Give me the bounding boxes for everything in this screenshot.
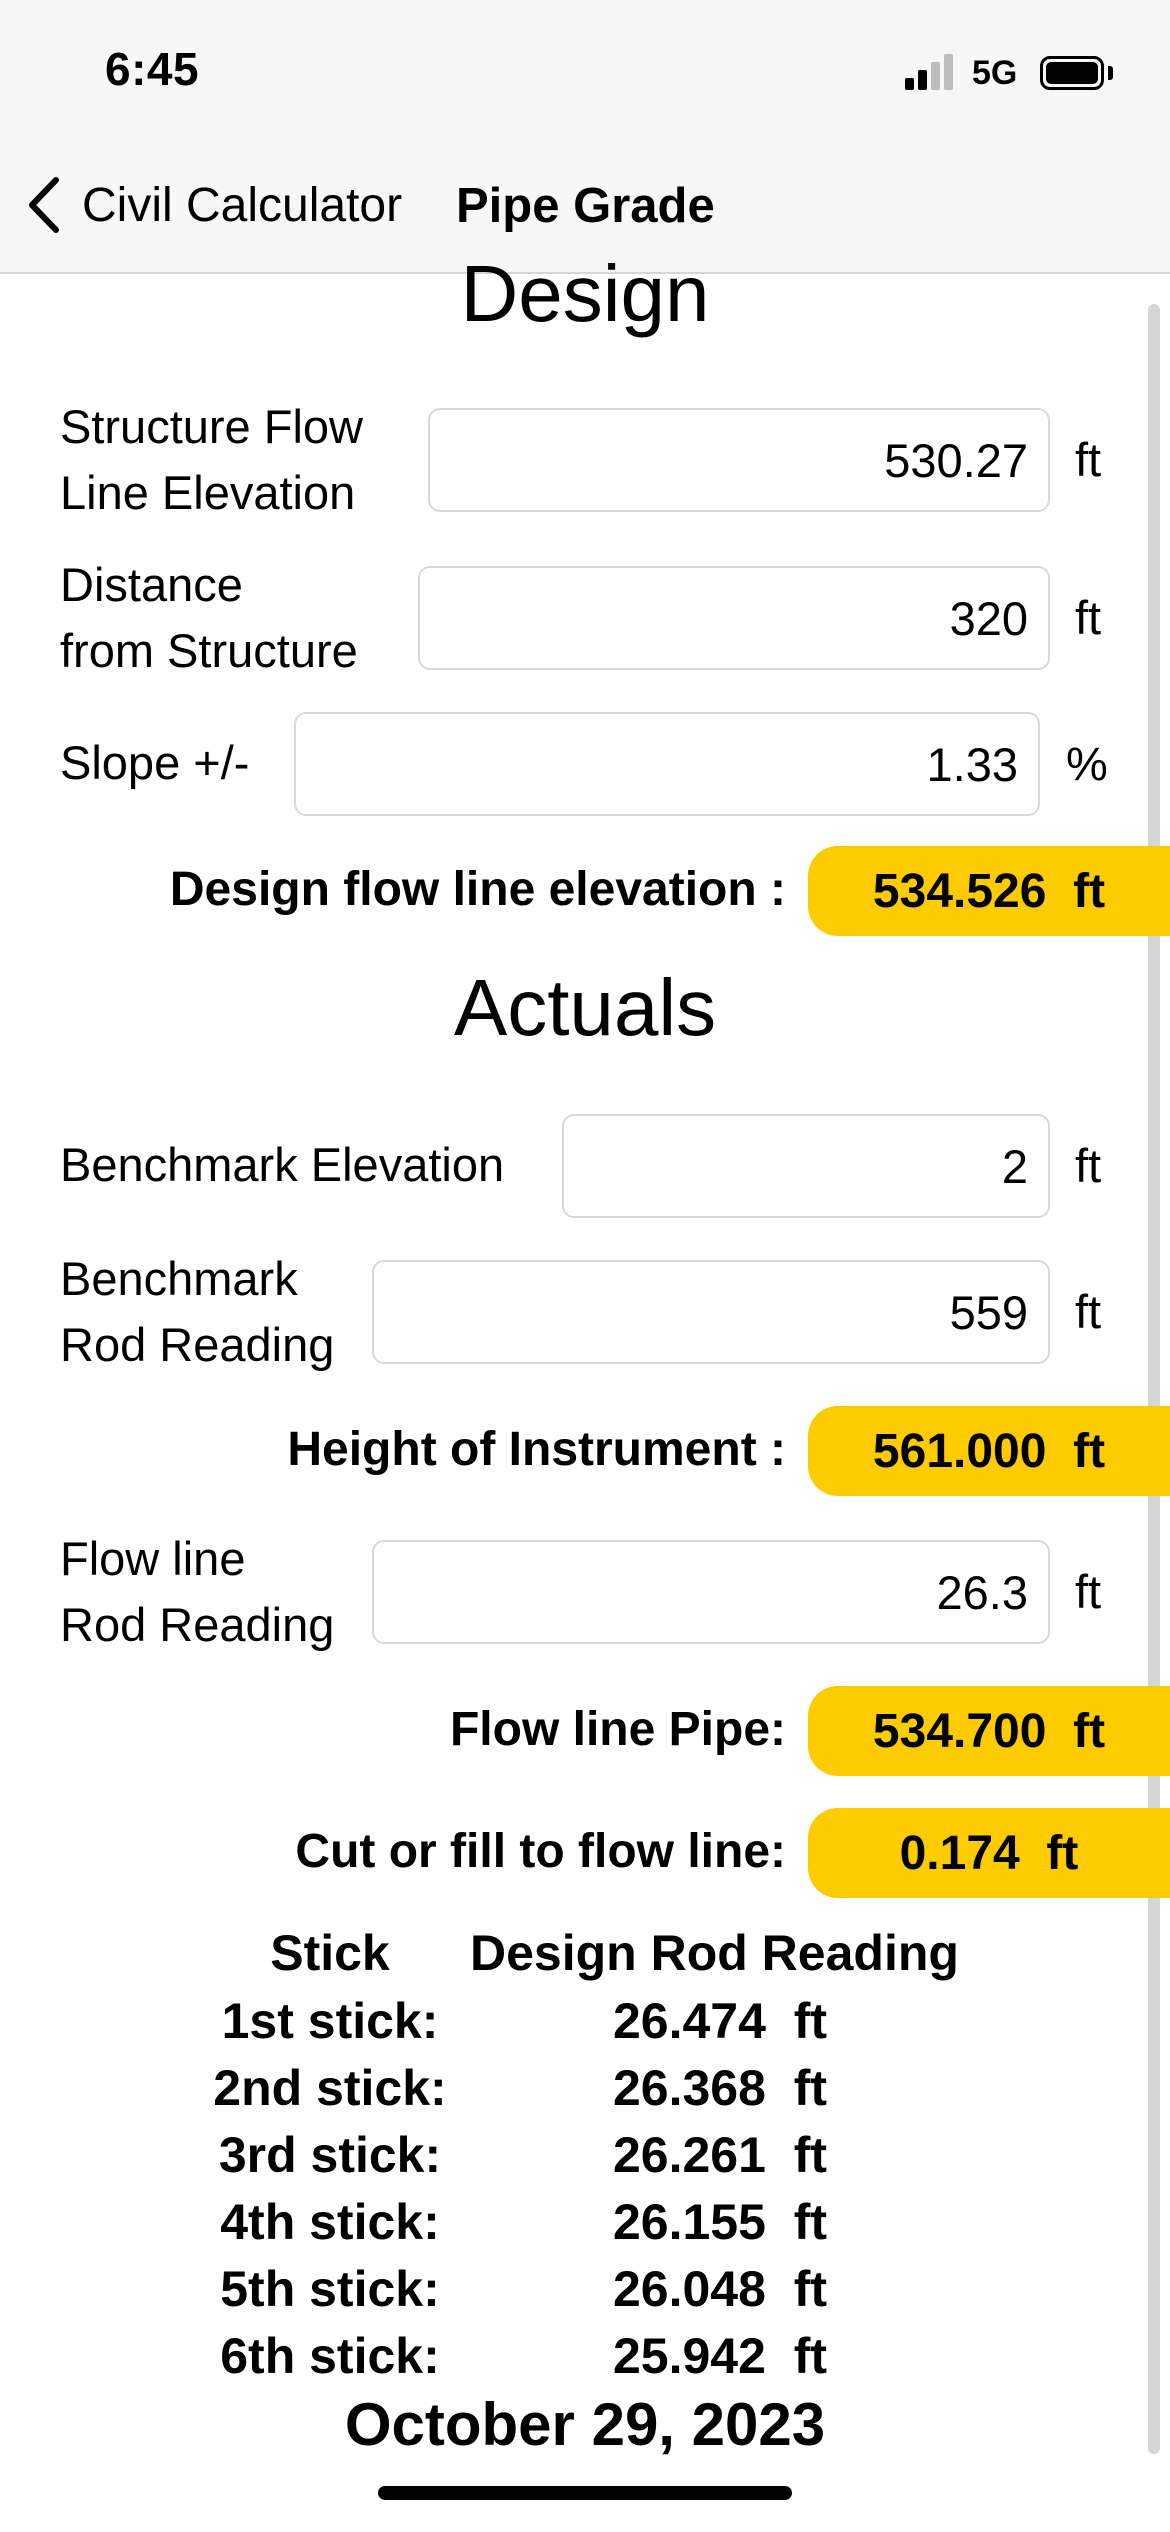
design-flow-line-value: 534.526 ft: [808, 846, 1170, 936]
benchmark-elevation-label: Benchmark Elevation: [60, 1138, 505, 1191]
distance-input[interactable]: 320: [418, 566, 1050, 670]
table-row-stick: 3rd stick:: [218, 2127, 442, 2183]
status-time: 6:45: [105, 43, 200, 95]
distance-unit: ft: [1075, 591, 1102, 644]
structure-flow-label: Structure Flow Line Elevation: [60, 400, 363, 519]
table-row-stick: 6th stick:: [220, 2328, 440, 2384]
flowline-rod-input[interactable]: 26.3: [372, 1540, 1050, 1644]
slope-input[interactable]: 1.33: [294, 712, 1040, 816]
distance-label: Distance from Structure: [60, 558, 358, 677]
table-row-reading: 26.474 ft: [612, 1993, 827, 2049]
back-button[interactable]: Civil Calculator: [22, 170, 402, 240]
table-row-reading: 26.368 ft: [612, 2060, 827, 2116]
page-title: Pipe Grade: [456, 179, 715, 233]
cut-fill-value: 0.174 ft: [808, 1808, 1170, 1898]
table-row-reading: 25.942 ft: [612, 2328, 827, 2384]
design-heading: Design: [460, 249, 710, 338]
battery-icon: [1040, 56, 1104, 90]
height-of-instrument-value: 561.000 ft: [808, 1406, 1170, 1496]
structure-flow-unit: ft: [1075, 433, 1102, 486]
home-indicator[interactable]: [378, 2486, 792, 2500]
table-header-reading: Design Rod Reading: [470, 1925, 959, 1981]
flowline-pipe-label: Flow line Pipe:: [449, 1703, 786, 1756]
flowline-rod-unit: ft: [1075, 1565, 1102, 1618]
benchmark-elevation-unit: ft: [1075, 1139, 1102, 1192]
table-row-reading: 26.155 ft: [612, 2194, 827, 2250]
cut-fill-label: Cut or fill to flow line:: [295, 1825, 786, 1878]
design-flow-line-label: Design flow line elevation :: [169, 863, 786, 916]
cellular-signal-icon: [905, 52, 955, 90]
table-row-stick: 2nd stick:: [213, 2060, 447, 2116]
benchmark-rod-unit: ft: [1075, 1285, 1102, 1338]
table-row-stick: 4th stick:: [220, 2194, 440, 2250]
back-button-label: Civil Calculator: [82, 178, 403, 232]
flowline-pipe-value: 534.700 ft: [808, 1686, 1170, 1776]
battery-tip: [1108, 66, 1113, 80]
slope-label: Slope +/-: [60, 736, 250, 789]
table-header-stick: Stick: [270, 1925, 390, 1981]
structure-flow-input[interactable]: 530.27: [428, 408, 1050, 512]
slope-unit: %: [1066, 737, 1108, 790]
actuals-heading: Actuals: [453, 963, 717, 1052]
network-type: 5G: [972, 54, 1018, 92]
benchmark-rod-label: Benchmark Rod Reading: [60, 1252, 335, 1371]
scrollbar[interactable]: [1148, 304, 1160, 2454]
flowline-rod-label: Flow line Rod Reading: [60, 1532, 335, 1651]
height-of-instrument-label: Height of Instrument :: [287, 1423, 786, 1476]
table-row-reading: 26.048 ft: [612, 2261, 827, 2317]
date-label: October 29, 2023: [344, 2391, 826, 2458]
table-row-reading: 26.261 ft: [612, 2127, 827, 2183]
benchmark-elevation-input[interactable]: 2: [562, 1114, 1050, 1218]
chevron-left-icon: [29, 177, 59, 233]
table-row-stick: 1st stick:: [221, 1993, 439, 2049]
table-row-stick: 5th stick:: [220, 2261, 440, 2317]
benchmark-rod-input[interactable]: 559: [372, 1260, 1050, 1364]
